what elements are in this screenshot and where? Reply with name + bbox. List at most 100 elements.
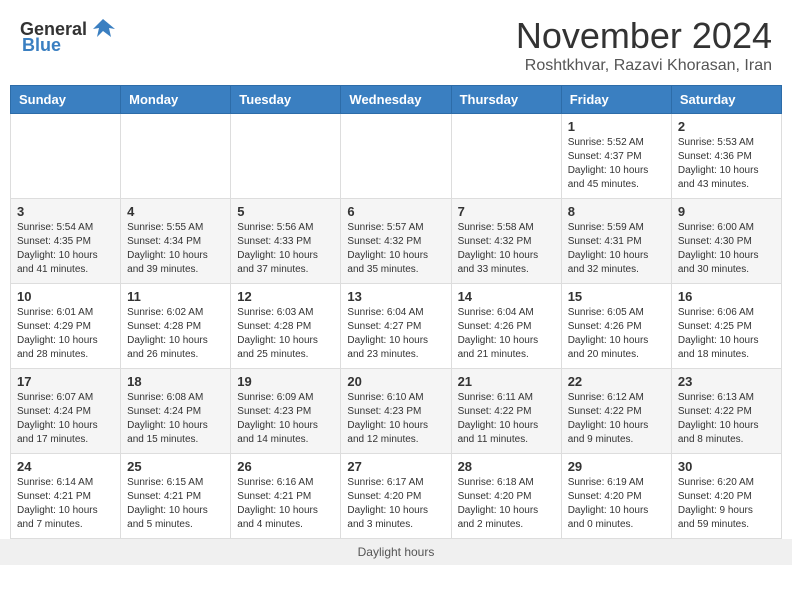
calendar-day	[341, 114, 451, 199]
calendar-day: 4Sunrise: 5:55 AM Sunset: 4:34 PM Daylig…	[121, 199, 231, 284]
day-number: 15	[568, 289, 665, 304]
calendar-day: 20 Sunrise: 6:10 AM Sunset: 4:23 PM Dayli…	[341, 369, 451, 454]
day-info: Sunrise: 6:13 AM Sunset: 4:22 PM Dayligh…	[678, 391, 775, 447]
header-friday: Friday	[561, 86, 671, 114]
calendar-day: 12 Sunrise: 6:03 AM Sunset: 4:28 PM Dayli…	[231, 284, 341, 369]
calendar-week-4: 17 Sunrise: 6:07 AM Sunset: 4:24 PM Dayli…	[11, 369, 782, 454]
day-number: 7	[458, 204, 555, 219]
daylight-label: Daylight hours	[358, 545, 435, 559]
calendar-day: 26Sunrise: 6:16 AM Sunset: 4:21 PM Dayli…	[231, 454, 341, 539]
day-number: 12	[237, 289, 334, 304]
day-info: Sunrise: 6:20 AM Sunset: 4:20 PM Dayligh…	[678, 476, 775, 532]
calendar-day: 13 Sunrise: 6:04 AM Sunset: 4:27 PM Dayli…	[341, 284, 451, 369]
day-number: 11	[127, 289, 224, 304]
day-number: 22	[568, 374, 665, 389]
day-number: 8	[568, 204, 665, 219]
day-number: 18	[127, 374, 224, 389]
day-info: Sunrise: 6:17 AM Sunset: 4:20 PM Dayligh…	[347, 476, 444, 532]
calendar-week-5: 24Sunrise: 6:14 AM Sunset: 4:21 PM Dayli…	[11, 454, 782, 539]
day-info: Sunrise: 5:59 AM Sunset: 4:31 PM Dayligh…	[568, 221, 665, 277]
day-info: Sunrise: 6:02 AM Sunset: 4:28 PM Dayligh…	[127, 306, 224, 362]
day-info: Sunrise: 6:16 AM Sunset: 4:21 PM Dayligh…	[237, 476, 334, 532]
day-info: Sunrise: 5:54 AM Sunset: 4:35 PM Dayligh…	[17, 221, 114, 277]
calendar-day: 28 Sunrise: 6:18 AM Sunset: 4:20 PM Dayli…	[451, 454, 561, 539]
calendar-day	[11, 114, 121, 199]
day-info: Sunrise: 5:57 AM Sunset: 4:32 PM Dayligh…	[347, 221, 444, 277]
calendar-day: 16Sunrise: 6:06 AM Sunset: 4:25 PM Dayli…	[671, 284, 781, 369]
header-tuesday: Tuesday	[231, 86, 341, 114]
calendar-day	[451, 114, 561, 199]
day-info: Sunrise: 6:09 AM Sunset: 4:23 PM Dayligh…	[237, 391, 334, 447]
day-number: 6	[347, 204, 444, 219]
header-wednesday: Wednesday	[341, 86, 451, 114]
calendar-week-2: 3 Sunrise: 5:54 AM Sunset: 4:35 PM Daylig…	[11, 199, 782, 284]
day-number: 5	[237, 204, 334, 219]
logo: General Blue	[20, 15, 117, 56]
day-number: 28	[458, 459, 555, 474]
day-number: 17	[17, 374, 114, 389]
calendar-day: 24Sunrise: 6:14 AM Sunset: 4:21 PM Dayli…	[11, 454, 121, 539]
title-section: November 2024 Roshtkhvar, Razavi Khorasa…	[516, 15, 772, 75]
calendar-table: Sunday Monday Tuesday Wednesday Thursday…	[10, 85, 782, 539]
day-info: Sunrise: 6:08 AM Sunset: 4:24 PM Dayligh…	[127, 391, 224, 447]
day-info: Sunrise: 5:53 AM Sunset: 4:36 PM Dayligh…	[678, 136, 775, 192]
header-monday: Monday	[121, 86, 231, 114]
day-number: 25	[127, 459, 224, 474]
day-number: 1	[568, 119, 665, 134]
calendar-day: 17 Sunrise: 6:07 AM Sunset: 4:24 PM Dayli…	[11, 369, 121, 454]
day-number: 27	[347, 459, 444, 474]
day-number: 14	[458, 289, 555, 304]
header: General Blue November 2024 Roshtkhvar, R…	[0, 0, 792, 85]
calendar-day: 21 Sunrise: 6:11 AM Sunset: 4:22 PM Dayli…	[451, 369, 561, 454]
day-info: Sunrise: 6:10 AM Sunset: 4:23 PM Dayligh…	[347, 391, 444, 447]
day-info: Sunrise: 6:18 AM Sunset: 4:20 PM Dayligh…	[458, 476, 555, 532]
location-subtitle: Roshtkhvar, Razavi Khorasan, Iran	[516, 57, 772, 75]
calendar-day: 19 Sunrise: 6:09 AM Sunset: 4:23 PM Dayli…	[231, 369, 341, 454]
calendar-day	[231, 114, 341, 199]
calendar-day: 7 Sunrise: 5:58 AM Sunset: 4:32 PM Daylig…	[451, 199, 561, 284]
logo-bird-icon	[89, 15, 117, 43]
day-number: 19	[237, 374, 334, 389]
day-info: Sunrise: 6:07 AM Sunset: 4:24 PM Dayligh…	[17, 391, 114, 447]
day-info: Sunrise: 6:11 AM Sunset: 4:22 PM Dayligh…	[458, 391, 555, 447]
calendar-day: 9Sunrise: 6:00 AM Sunset: 4:30 PM Daylig…	[671, 199, 781, 284]
day-number: 30	[678, 459, 775, 474]
day-info: Sunrise: 6:15 AM Sunset: 4:21 PM Dayligh…	[127, 476, 224, 532]
calendar-day: 15 Sunrise: 6:05 AM Sunset: 4:26 PM Dayli…	[561, 284, 671, 369]
header-saturday: Saturday	[671, 86, 781, 114]
day-info: Sunrise: 6:14 AM Sunset: 4:21 PM Dayligh…	[17, 476, 114, 532]
day-number: 29	[568, 459, 665, 474]
day-number: 3	[17, 204, 114, 219]
day-info: Sunrise: 5:58 AM Sunset: 4:32 PM Dayligh…	[458, 221, 555, 277]
calendar-day: 30 Sunrise: 6:20 AM Sunset: 4:20 PM Dayli…	[671, 454, 781, 539]
day-info: Sunrise: 5:56 AM Sunset: 4:33 PM Dayligh…	[237, 221, 334, 277]
day-info: Sunrise: 5:55 AM Sunset: 4:34 PM Dayligh…	[127, 221, 224, 277]
day-info: Sunrise: 6:04 AM Sunset: 4:27 PM Dayligh…	[347, 306, 444, 362]
day-info: Sunrise: 6:04 AM Sunset: 4:26 PM Dayligh…	[458, 306, 555, 362]
day-info: Sunrise: 6:19 AM Sunset: 4:20 PM Dayligh…	[568, 476, 665, 532]
calendar-day: 22 Sunrise: 6:12 AM Sunset: 4:22 PM Dayli…	[561, 369, 671, 454]
day-info: Sunrise: 6:00 AM Sunset: 4:30 PM Dayligh…	[678, 221, 775, 277]
day-number: 13	[347, 289, 444, 304]
day-info: Sunrise: 6:03 AM Sunset: 4:28 PM Dayligh…	[237, 306, 334, 362]
day-number: 20	[347, 374, 444, 389]
day-number: 10	[17, 289, 114, 304]
day-number: 16	[678, 289, 775, 304]
calendar-day: 10 Sunrise: 6:01 AM Sunset: 4:29 PM Dayli…	[11, 284, 121, 369]
calendar-day: 27 Sunrise: 6:17 AM Sunset: 4:20 PM Dayli…	[341, 454, 451, 539]
day-info: Sunrise: 6:01 AM Sunset: 4:29 PM Dayligh…	[17, 306, 114, 362]
calendar-day: 23Sunrise: 6:13 AM Sunset: 4:22 PM Dayli…	[671, 369, 781, 454]
day-info: Sunrise: 6:12 AM Sunset: 4:22 PM Dayligh…	[568, 391, 665, 447]
calendar-week-3: 10 Sunrise: 6:01 AM Sunset: 4:29 PM Dayli…	[11, 284, 782, 369]
day-number: 2	[678, 119, 775, 134]
calendar-day: 2 Sunrise: 5:53 AM Sunset: 4:36 PM Daylig…	[671, 114, 781, 199]
calendar-week-1: 1Sunrise: 5:52 AM Sunset: 4:37 PM Daylig…	[11, 114, 782, 199]
day-number: 21	[458, 374, 555, 389]
logo-text-blue: Blue	[22, 35, 61, 56]
calendar-day: 29 Sunrise: 6:19 AM Sunset: 4:20 PM Dayli…	[561, 454, 671, 539]
calendar-day: 14 Sunrise: 6:04 AM Sunset: 4:26 PM Dayli…	[451, 284, 561, 369]
day-info: Sunrise: 6:05 AM Sunset: 4:26 PM Dayligh…	[568, 306, 665, 362]
calendar-wrapper: Sunday Monday Tuesday Wednesday Thursday…	[0, 85, 792, 539]
calendar-day: 6 Sunrise: 5:57 AM Sunset: 4:32 PM Daylig…	[341, 199, 451, 284]
page-container: General Blue November 2024 Roshtkhvar, R…	[0, 0, 792, 565]
